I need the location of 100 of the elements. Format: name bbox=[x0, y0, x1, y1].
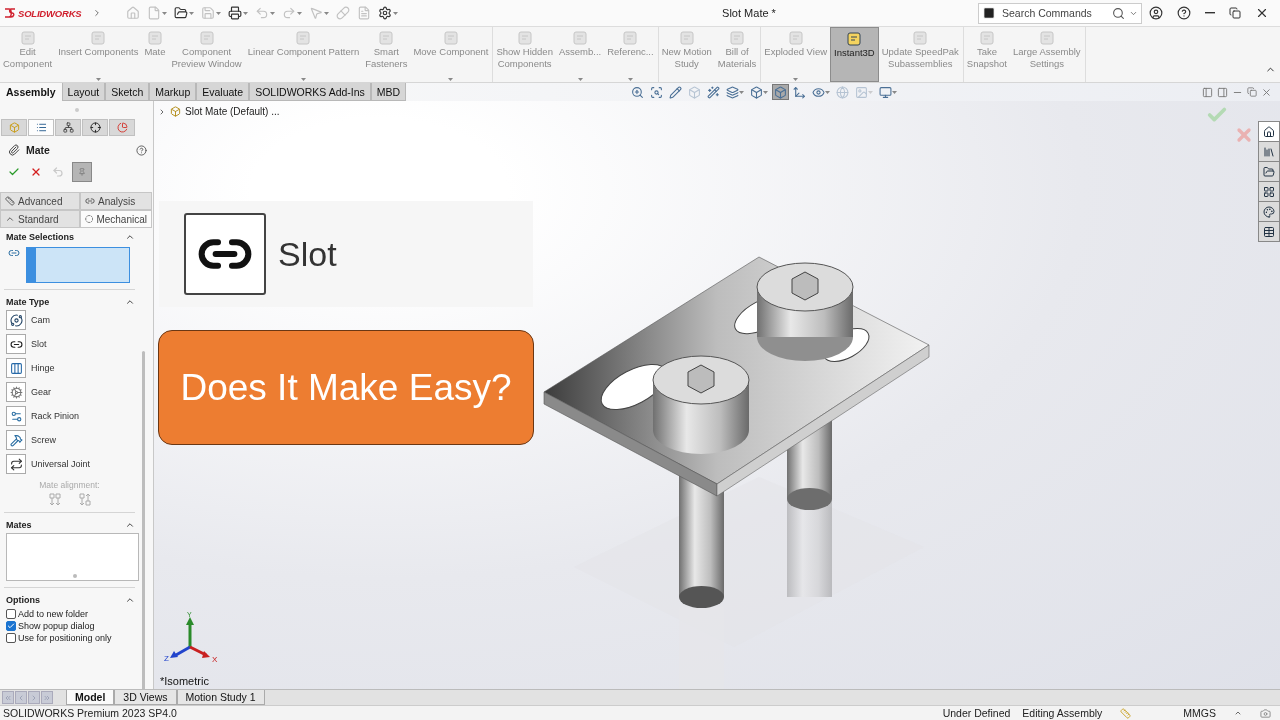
check-icon bbox=[8, 166, 20, 178]
collapse-icon[interactable] bbox=[125, 232, 135, 242]
resize-handle[interactable] bbox=[72, 574, 77, 578]
tool-icon bbox=[90, 30, 107, 46]
restore-icon[interactable] bbox=[1247, 87, 1257, 97]
axis-label: X bbox=[212, 655, 218, 664]
scrollbar[interactable] bbox=[142, 351, 145, 689]
monitor-button[interactable] bbox=[877, 84, 900, 100]
tree-item[interactable]: Slot Mate (Default) ... bbox=[185, 106, 280, 117]
pencil-button[interactable] bbox=[667, 84, 685, 100]
caret-icon bbox=[162, 11, 167, 15]
caret-icon bbox=[739, 90, 745, 94]
mate-type-button[interactable]: Cam bbox=[6, 310, 139, 330]
section-title: Mate Selections bbox=[6, 232, 75, 242]
ribbon-tab[interactable]: SOLIDWORKS Add-Ins bbox=[249, 83, 371, 101]
mate-type-button[interactable]: Rack Pinion bbox=[6, 406, 139, 426]
axis-label: Z bbox=[164, 654, 169, 663]
panel-left-icon[interactable] bbox=[1202, 86, 1213, 98]
search-field[interactable]: Search Commands bbox=[1000, 6, 1108, 20]
tool-icon bbox=[198, 30, 215, 46]
editing-status: Editing Assembly bbox=[1022, 707, 1103, 719]
units-status[interactable]: MMGS bbox=[1183, 707, 1216, 719]
model-tab[interactable]: 3D Views bbox=[114, 690, 177, 705]
mate-tab[interactable]: Standard bbox=[0, 210, 80, 228]
collapse-icon[interactable] bbox=[125, 297, 135, 307]
mate-type-button[interactable]: Screw bbox=[6, 430, 139, 450]
command-button[interactable]: Instant3D bbox=[830, 27, 879, 82]
layers-icon bbox=[726, 85, 740, 99]
checkbox[interactable] bbox=[6, 621, 16, 631]
manager-tab[interactable] bbox=[55, 119, 81, 136]
checkbox[interactable] bbox=[6, 633, 16, 643]
caret-icon[interactable] bbox=[1234, 709, 1242, 717]
hinge-icon bbox=[9, 361, 23, 375]
search-box[interactable]: Search Commands bbox=[978, 2, 1142, 24]
ribbon-tab[interactable]: Layout bbox=[61, 83, 106, 101]
camera-icon[interactable] bbox=[1260, 707, 1271, 719]
collapse-icon[interactable] bbox=[125, 595, 135, 605]
redo-icon bbox=[282, 6, 296, 20]
view-name: *Isometric bbox=[160, 675, 209, 687]
caret-icon bbox=[270, 11, 275, 15]
link-icon bbox=[85, 196, 95, 206]
caret-icon bbox=[577, 78, 583, 81]
close-icon[interactable] bbox=[1261, 86, 1272, 98]
task-pane-tab[interactable] bbox=[1259, 182, 1279, 201]
help-icon[interactable] bbox=[136, 144, 147, 156]
mate-tab[interactable]: Mechanical bbox=[80, 210, 152, 228]
caret-icon bbox=[243, 11, 248, 15]
mate-tab[interactable]: Advanced bbox=[0, 192, 80, 210]
grip-handle[interactable] bbox=[74, 108, 79, 112]
previous-icon bbox=[17, 693, 25, 702]
caret-icon bbox=[324, 11, 329, 15]
model-tab[interactable]: Motion Study 1 bbox=[176, 690, 265, 705]
model-tab[interactable]: Model bbox=[66, 690, 115, 705]
layers-button[interactable] bbox=[724, 84, 747, 100]
expand-icon[interactable] bbox=[158, 107, 166, 116]
printer-button[interactable] bbox=[226, 5, 250, 21]
ribbon-tab[interactable]: Evaluate bbox=[196, 83, 250, 101]
mate-type-button[interactable]: Gear bbox=[6, 382, 139, 402]
minimize-icon bbox=[1205, 12, 1215, 14]
mate-type-button[interactable]: Hinge bbox=[6, 358, 139, 378]
window-title: Slot Mate * bbox=[721, 7, 777, 19]
mate-type-button[interactable]: Slot bbox=[6, 334, 139, 354]
task-pane-tab[interactable] bbox=[1259, 122, 1279, 141]
ruler-icon[interactable] bbox=[1120, 707, 1132, 719]
mate-type-label: Screw bbox=[31, 435, 56, 445]
settings-button[interactable] bbox=[376, 5, 400, 21]
mate-type-label: Cam bbox=[31, 315, 50, 325]
color-wheel-icon bbox=[1263, 205, 1275, 218]
wand-button[interactable] bbox=[705, 84, 723, 100]
open-folder-button[interactable] bbox=[172, 5, 196, 21]
cross-icon bbox=[30, 166, 42, 178]
mate-type-label: Universal Joint bbox=[31, 459, 91, 469]
tool-icon bbox=[1038, 30, 1055, 46]
ribbon-tab[interactable]: Sketch bbox=[105, 83, 150, 101]
tool-icon bbox=[787, 30, 804, 46]
caret-icon bbox=[627, 78, 633, 81]
mate-tab[interactable]: Analysis bbox=[80, 192, 152, 210]
search-icon[interactable] bbox=[1112, 6, 1125, 20]
app-logo: SOLIDWORKS bbox=[18, 7, 82, 19]
selection-list[interactable] bbox=[26, 247, 130, 283]
tool-icon bbox=[622, 30, 639, 46]
ribbon-tab[interactable]: MBD bbox=[370, 83, 407, 101]
cube-button[interactable] bbox=[772, 84, 790, 100]
ribbon-tab[interactable]: Markup bbox=[149, 83, 197, 101]
expand-menu-icon[interactable] bbox=[92, 8, 102, 18]
anti-aligned-icon[interactable] bbox=[78, 493, 91, 506]
mates-list[interactable] bbox=[6, 533, 139, 581]
cube-button[interactable] bbox=[748, 84, 771, 100]
caret-icon bbox=[95, 78, 101, 81]
checkbox[interactable] bbox=[6, 609, 16, 619]
list-icon bbox=[35, 122, 47, 133]
manager-tab[interactable] bbox=[82, 119, 108, 136]
panel-right-icon[interactable] bbox=[1217, 86, 1228, 98]
collapse-icon[interactable] bbox=[125, 520, 135, 530]
aligned-icon[interactable] bbox=[48, 493, 61, 506]
mate-type-button[interactable]: Universal Joint bbox=[6, 454, 139, 474]
task-pane-tab[interactable] bbox=[1259, 222, 1279, 241]
sphere-icon bbox=[836, 85, 850, 99]
manager-tab[interactable] bbox=[28, 119, 54, 136]
section-title: Options bbox=[6, 595, 40, 605]
